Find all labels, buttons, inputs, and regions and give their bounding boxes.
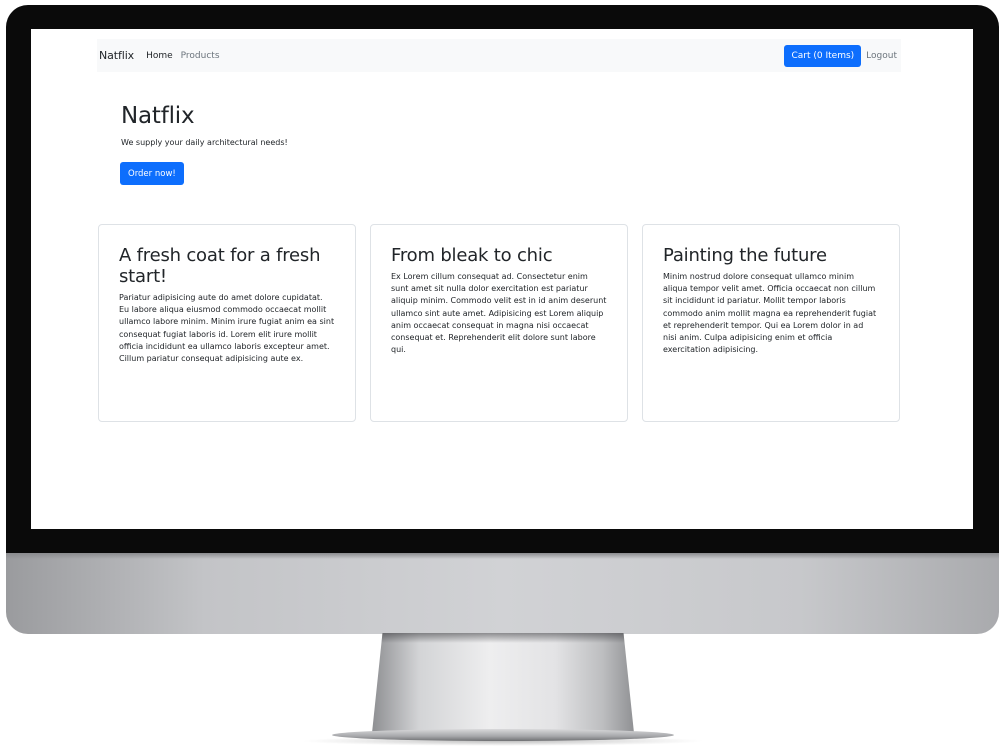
navbar-brand[interactable]: Natflix [99,49,134,62]
card-title: From bleak to chic [391,245,553,266]
monitor-screen: Natflix Home Products Cart (0 Items) Log… [31,29,973,529]
hero-title: Natflix [121,103,195,129]
navbar: Natflix Home Products Cart (0 Items) Log… [97,39,901,72]
feature-card: A fresh coat for a fresh start! Pariatur… [98,224,356,422]
order-now-button[interactable]: Order now! [120,162,184,185]
cart-button[interactable]: Cart (0 Items) [784,44,862,67]
hero-subtitle: We supply your daily architectural needs… [121,138,288,147]
monitor-stand-base [332,729,674,741]
card-title: A fresh coat for a fresh start! [119,245,321,287]
card-body: Ex Lorem cillum consequat ad. Consectetu… [391,272,607,355]
nav-link-products[interactable]: Products [181,51,220,61]
card-title: Painting the future [663,245,827,266]
card-body: Pariatur adipisicing aute do amet dolore… [119,293,335,364]
logout-link[interactable]: Logout [866,51,897,61]
monitor-stand-neck [372,633,634,733]
monitor-mockup: Natflix Home Products Cart (0 Items) Log… [0,0,1007,750]
nav-link-home[interactable]: Home [146,51,173,61]
feature-card: From bleak to chic Ex Lorem cillum conse… [370,224,628,422]
card-body: Minim nostrud dolore consequat ullamco m… [663,272,877,355]
feature-card: Painting the future Minim nostrud dolore… [642,224,900,422]
monitor-chin [6,553,999,634]
